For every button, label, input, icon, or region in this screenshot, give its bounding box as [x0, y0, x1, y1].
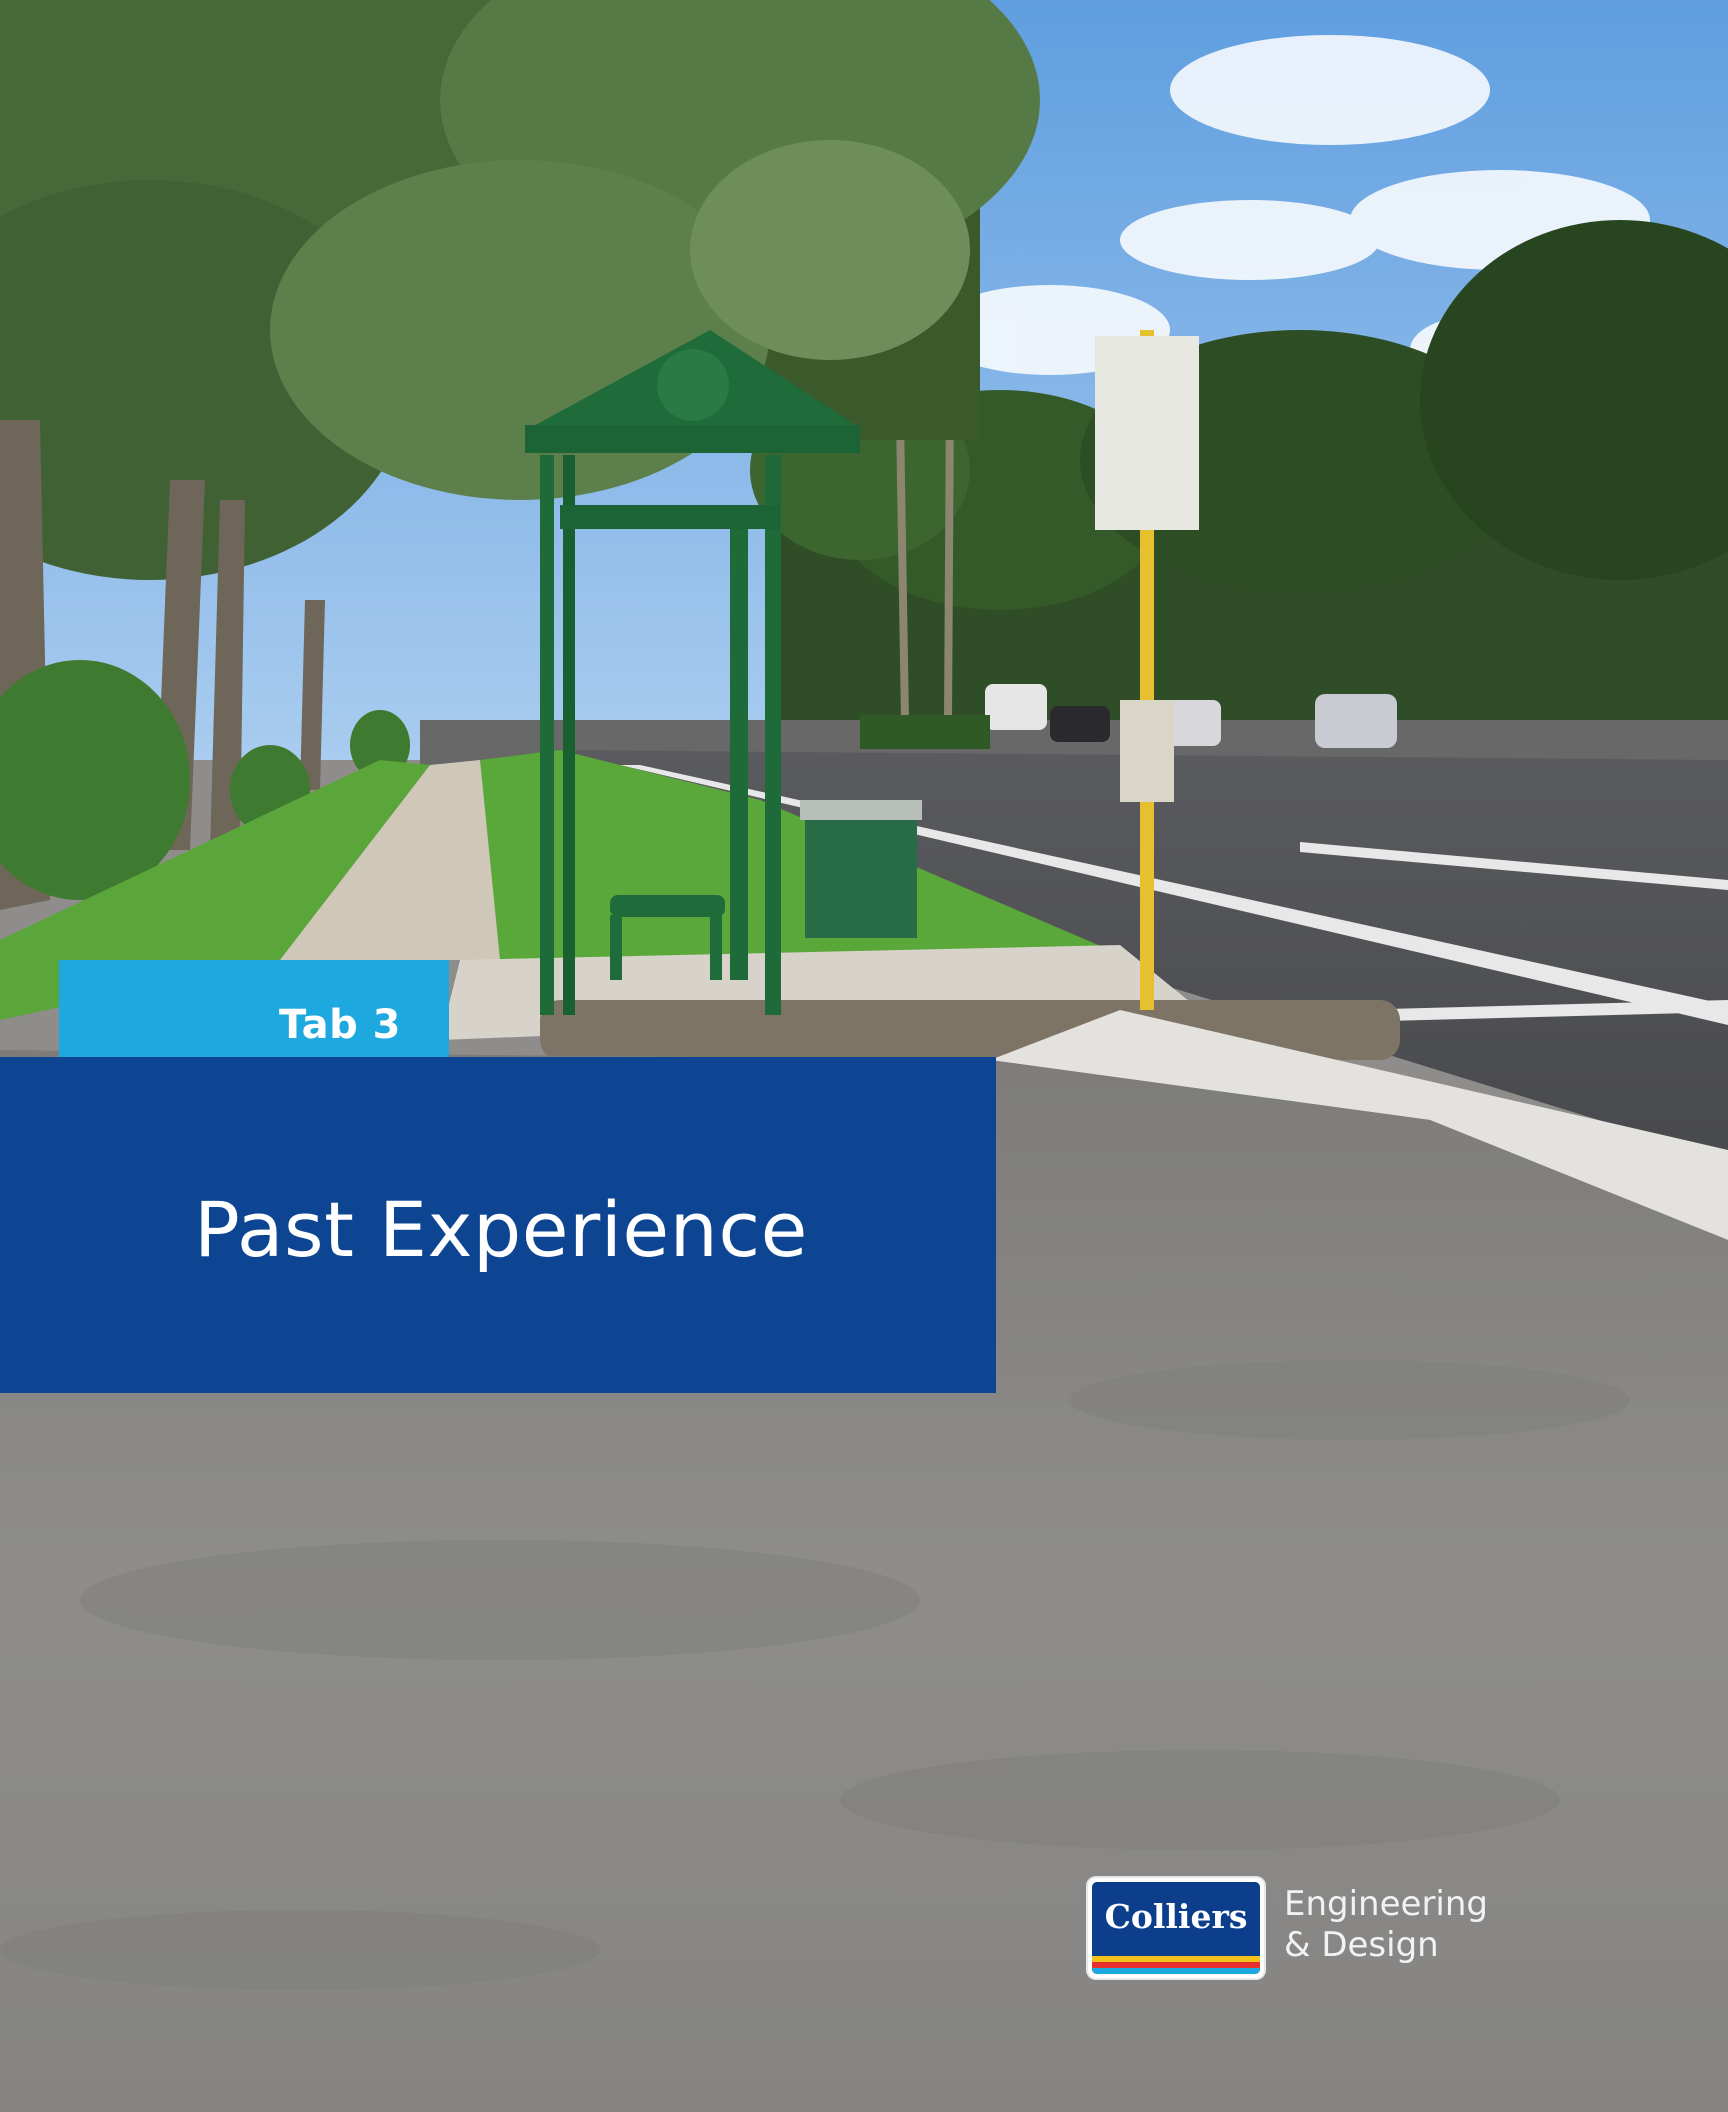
colliers-logo: Colliers Engineering & Design [1088, 1878, 1500, 1982]
page-title: Past Experience [194, 1185, 808, 1274]
colliers-logo-mark: Colliers [1088, 1878, 1264, 1978]
median-hedge [860, 715, 990, 749]
logo-wordmark: Colliers [1104, 1897, 1248, 1936]
title-band: Past Experience [0, 1057, 996, 1393]
logo-line-design: & Design [1284, 1925, 1439, 1965]
tab-label-text: Tab 3 [278, 1002, 401, 1048]
logo-tagline: Engineering & Design [1284, 1884, 1488, 1966]
trash-can [800, 800, 922, 938]
logo-stripe-blue [1092, 1968, 1260, 1974]
logo-line-engineering: Engineering [1284, 1884, 1488, 1924]
